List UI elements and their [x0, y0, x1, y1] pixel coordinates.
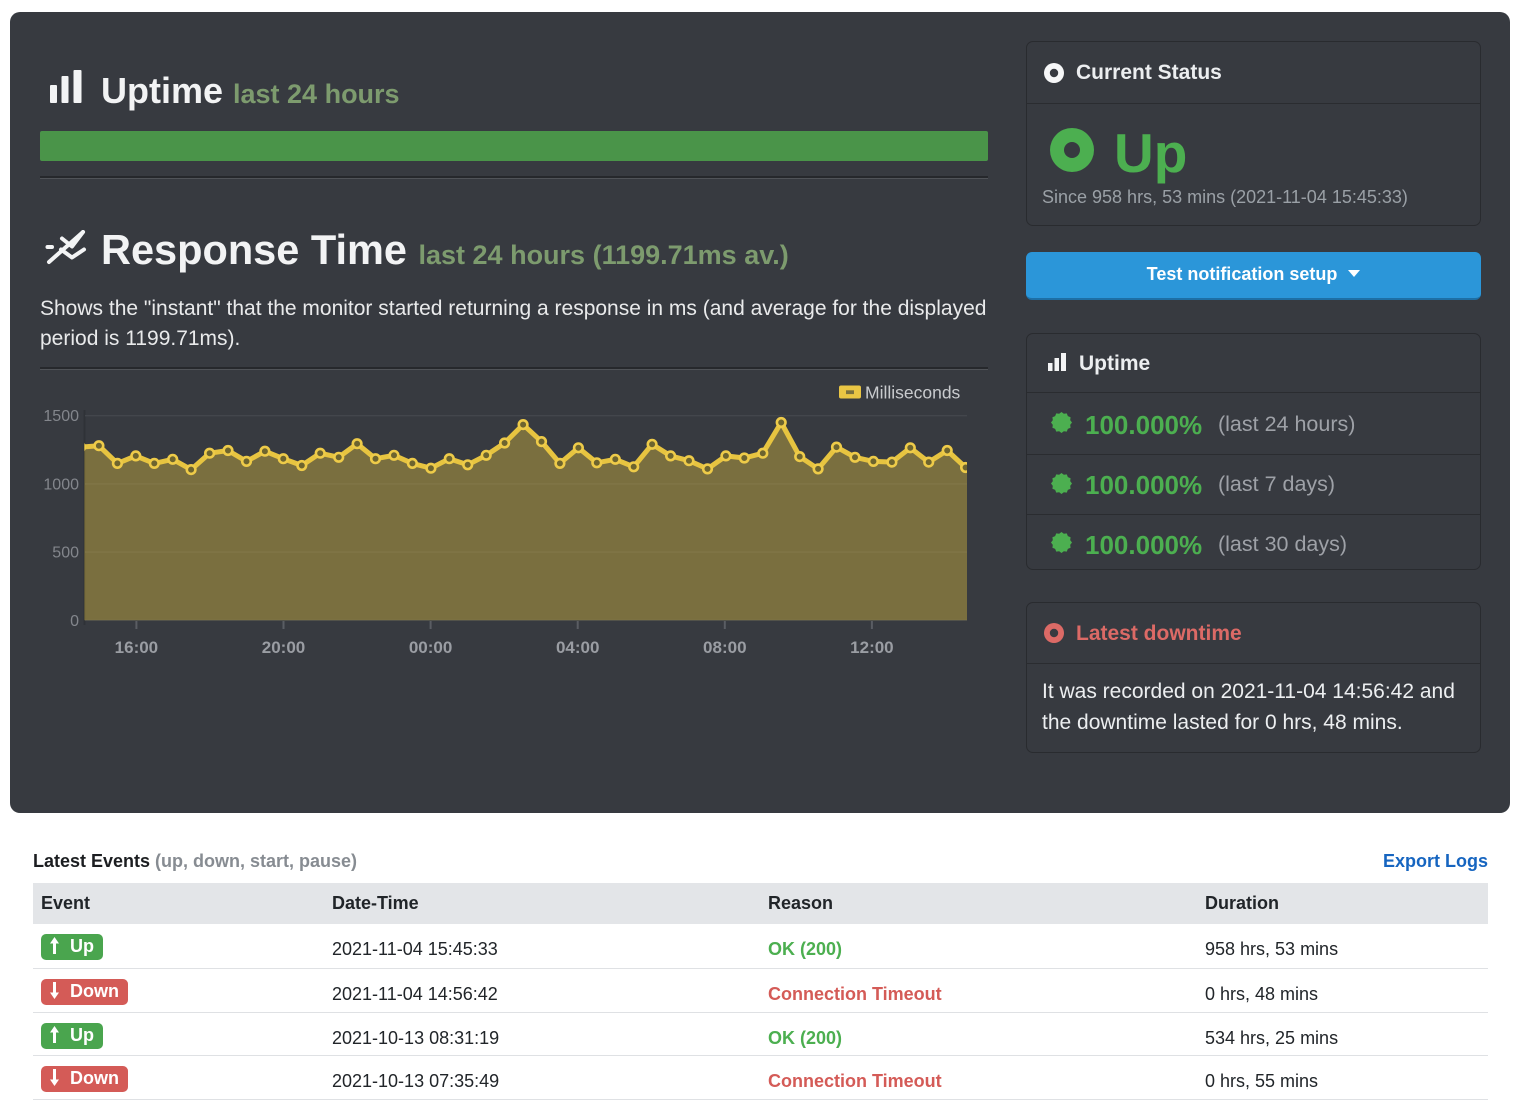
svg-text:00:00: 00:00: [409, 638, 452, 657]
svg-text:20:00: 20:00: [262, 638, 305, 657]
svg-text:Milliseconds: Milliseconds: [865, 383, 961, 403]
svg-text:1000: 1000: [43, 476, 79, 493]
svg-text:04:00: 04:00: [556, 638, 599, 657]
svg-text:16:00: 16:00: [115, 638, 158, 657]
svg-text:08:00: 08:00: [703, 638, 746, 657]
svg-text:500: 500: [52, 545, 79, 562]
svg-text:12:00: 12:00: [850, 638, 893, 657]
svg-text:1500: 1500: [43, 408, 79, 425]
svg-text:0: 0: [70, 613, 79, 630]
